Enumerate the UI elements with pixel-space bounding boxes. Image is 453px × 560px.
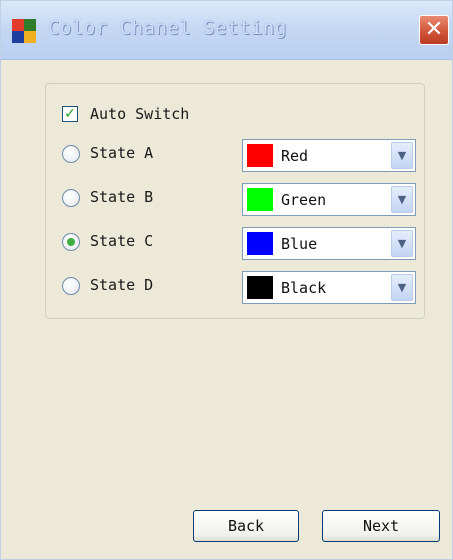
chevron-down-icon[interactable]: ▼ xyxy=(391,186,413,213)
app-icon xyxy=(12,19,36,43)
window-title: Color Chanel Setting xyxy=(48,17,287,39)
color-channel-window: Color Chanel Setting ✕ ✓ Auto Switch Sta… xyxy=(0,0,453,560)
state-b-radio[interactable] xyxy=(62,189,80,207)
state-b-color-swatch xyxy=(247,188,273,211)
state-row-b: State B Green ▼ xyxy=(46,183,424,216)
state-d-radio[interactable] xyxy=(62,277,80,295)
auto-switch-checkbox[interactable]: ✓ xyxy=(62,106,78,122)
state-row-d: State D Black ▼ xyxy=(46,271,424,304)
state-c-color-select[interactable]: Blue ▼ xyxy=(242,227,416,260)
close-button[interactable]: ✕ xyxy=(419,15,449,45)
state-a-radio[interactable] xyxy=(62,145,80,163)
back-button[interactable]: Back xyxy=(193,510,299,542)
check-icon: ✓ xyxy=(64,106,76,122)
state-row-a: State A Red ▼ xyxy=(46,139,424,172)
chevron-down-icon[interactable]: ▼ xyxy=(391,274,413,301)
close-icon: ✕ xyxy=(424,17,444,42)
next-button[interactable]: Next xyxy=(322,510,440,542)
state-c-label: State C xyxy=(90,232,154,250)
chevron-down-icon[interactable]: ▼ xyxy=(391,230,413,257)
state-a-label: State A xyxy=(90,144,154,162)
state-b-color-value: Green xyxy=(281,191,327,209)
state-d-color-value: Black xyxy=(281,279,327,297)
title-bar[interactable]: Color Chanel Setting ✕ xyxy=(1,1,452,60)
state-c-color-swatch xyxy=(247,232,273,255)
state-row-c: State C Blue ▼ xyxy=(46,227,424,260)
state-d-color-select[interactable]: Black ▼ xyxy=(242,271,416,304)
state-d-label: State D xyxy=(90,276,154,294)
auto-switch-label: Auto Switch xyxy=(90,105,190,123)
state-b-color-select[interactable]: Green ▼ xyxy=(242,183,416,216)
state-c-color-value: Blue xyxy=(281,235,318,253)
state-settings-panel: ✓ Auto Switch State A Red ▼ State B Gree… xyxy=(45,83,425,319)
state-a-color-value: Red xyxy=(281,147,309,165)
state-d-color-swatch xyxy=(247,276,273,299)
chevron-down-icon[interactable]: ▼ xyxy=(391,142,413,169)
auto-switch-row[interactable]: ✓ Auto Switch xyxy=(46,100,424,130)
state-a-color-select[interactable]: Red ▼ xyxy=(242,139,416,172)
state-c-radio[interactable] xyxy=(62,233,80,251)
state-b-label: State B xyxy=(90,188,154,206)
state-a-color-swatch xyxy=(247,144,273,167)
